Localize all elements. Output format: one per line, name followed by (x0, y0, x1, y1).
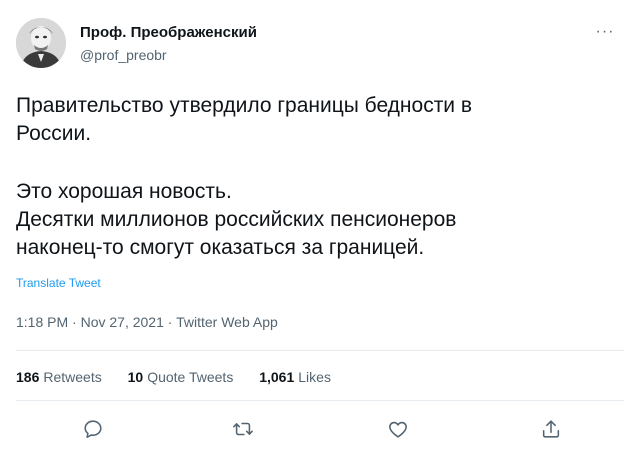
tweet-meta: 1:18 PM · Nov 27, 2021 · Twitter Web App (16, 314, 278, 330)
like-button[interactable] (383, 414, 413, 444)
tweet-time[interactable]: 1:18 PM (16, 314, 68, 330)
tweet-stats: 186 Retweets 10 Quote Tweets 1,061 Likes (16, 369, 353, 385)
tweet-text-line: Десятки миллионов российских пенсионеров (16, 208, 457, 231)
avatar[interactable] (16, 18, 66, 68)
tweet-source[interactable]: Twitter Web App (176, 314, 278, 330)
quote-tweets-label: Quote Tweets (147, 369, 234, 385)
tweet-text-line: России. (16, 122, 92, 145)
retweet-button[interactable] (228, 414, 258, 444)
reply-icon (84, 420, 102, 439)
quote-tweets-count: 10 (127, 369, 144, 385)
share-icon (542, 420, 560, 438)
tweet-text-line: наконец-то смогут оказаться за границей. (16, 236, 425, 259)
more-icon[interactable]: ··· (590, 22, 620, 42)
tweet-date[interactable]: Nov 27, 2021 (81, 314, 164, 330)
avatar-portrait (16, 18, 66, 68)
quote-tweets-stat[interactable]: 10 Quote Tweets (128, 369, 234, 385)
like-icon (389, 421, 407, 438)
retweets-label: Retweets (43, 369, 102, 385)
display-name[interactable]: Проф. Преображенский (80, 24, 257, 41)
translate-tweet-link[interactable]: Translate Tweet (16, 276, 101, 290)
user-handle[interactable]: @prof_preobr (80, 47, 167, 63)
likes-count: 1,061 (259, 369, 295, 385)
share-button[interactable] (536, 414, 566, 444)
divider (16, 350, 624, 351)
tweet-text-line: Это хорошая новость. (16, 180, 232, 203)
tweet-actions (0, 414, 640, 444)
tweet-card: Проф. Преображенский @prof_preobr ··· Пр… (0, 0, 640, 454)
likes-label: Likes (298, 369, 331, 385)
retweets-count: 186 (16, 369, 40, 385)
retweets-stat[interactable]: 186 Retweets (16, 369, 102, 385)
reply-button[interactable] (78, 414, 108, 444)
retweet-icon (233, 422, 253, 436)
likes-stat[interactable]: 1,061 Likes (259, 369, 331, 385)
divider (16, 400, 624, 401)
tweet-text: Правительство утвердило границы бедности… (16, 92, 616, 262)
tweet-text-line: Правительство утвердило границы бедности… (16, 94, 473, 117)
